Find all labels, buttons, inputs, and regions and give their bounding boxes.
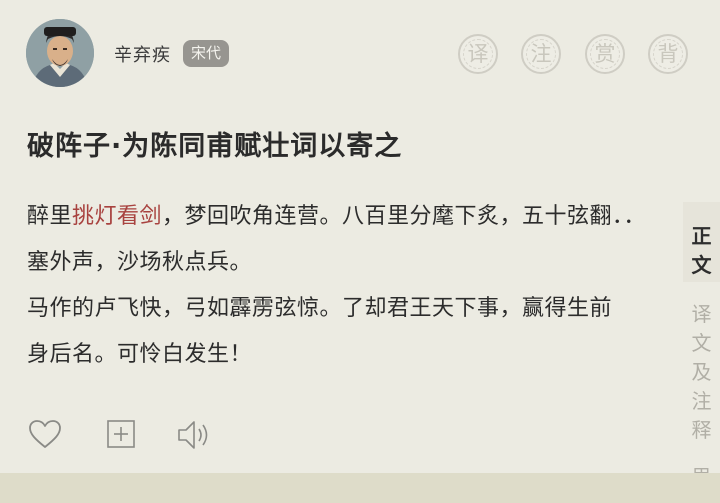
tab-label-char: 思 xyxy=(683,463,720,473)
seal-label: 背 xyxy=(657,42,679,66)
bottom-strip xyxy=(0,473,720,503)
tab-original-text[interactable]: 正 文 xyxy=(683,202,720,282)
like-button[interactable] xyxy=(27,418,63,452)
poem-line: 醉里挑灯看剑，梦回吹角连营。八百里分麾下炙，五十弦翻．． xyxy=(27,194,692,240)
poem-line-text: ，梦回吹角连营。八百里分麾下炙，五十弦翻．． xyxy=(162,204,647,229)
poem-line-text: 马作的卢飞快，弓如霹雳弦惊。了却君王天下事，赢得生前 xyxy=(27,296,613,321)
poem-line: 身后名。可怜白发生！ xyxy=(27,332,692,378)
plus-square-icon xyxy=(107,420,135,448)
appreciate-seal-button[interactable]: 赏 xyxy=(585,34,625,74)
poem-line-text: 醉里 xyxy=(27,204,73,229)
author-name[interactable]: 辛弃疾 xyxy=(114,41,171,67)
seal-label: 注 xyxy=(530,42,552,66)
tab-label-char: 释 xyxy=(691,418,712,442)
author-avatar[interactable] xyxy=(26,19,94,87)
audio-play-button[interactable] xyxy=(177,418,213,452)
translate-seal-button[interactable]: 译 xyxy=(458,34,498,74)
tab-separator xyxy=(683,445,720,463)
annotate-seal-button[interactable]: 注 xyxy=(521,34,561,74)
tab-label-char: 正 xyxy=(691,224,712,248)
poem-line: 塞外声，沙场秋点兵。 xyxy=(27,240,692,286)
tab-label-char: 文 xyxy=(691,253,712,277)
tab-label-char: 文 xyxy=(691,331,712,355)
recite-seal-button[interactable]: 背 xyxy=(648,34,688,74)
tab-thoughts[interactable]: 思 想 xyxy=(683,463,720,473)
seal-label: 赏 xyxy=(594,42,616,66)
tab-translation-notes[interactable]: 译 文 及 注 释 xyxy=(683,300,720,445)
side-tab-bar: 正 文 译 文 及 注 释 思 想 xyxy=(683,202,720,473)
speaker-icon xyxy=(178,421,208,449)
add-to-collection-button[interactable] xyxy=(105,418,141,452)
tab-label-char: 注 xyxy=(691,389,712,413)
tab-label-char: 译 xyxy=(691,302,712,326)
author-portrait-icon xyxy=(26,19,94,87)
poem-card: 辛弃疾 宋代 译 注 赏 背 破阵子·为陈同甫赋壮词以寄之 醉里挑灯看剑，梦回吹… xyxy=(0,0,720,473)
tab-separator xyxy=(683,282,720,300)
dynasty-badge: 宋代 xyxy=(183,40,230,67)
poem-line: 马作的卢飞快，弓如霹雳弦惊。了却君王天下事，赢得生前 xyxy=(27,286,692,332)
poem-line-text: 身后名。可怜白发生！ xyxy=(27,342,253,367)
heart-outline-icon xyxy=(29,420,61,448)
tab-label-char: 及 xyxy=(691,360,712,384)
poem-title: 破阵子·为陈同甫赋壮词以寄之 xyxy=(27,131,403,162)
poem-body: 醉里挑灯看剑，梦回吹角连营。八百里分麾下炙，五十弦翻．． 塞外声，沙场秋点兵。 … xyxy=(27,194,692,380)
poem-line-text: 塞外声，沙场秋点兵。 xyxy=(27,250,253,275)
seal-label: 译 xyxy=(467,42,489,66)
highlighted-phrase[interactable]: 挑灯看剑 xyxy=(72,204,162,229)
